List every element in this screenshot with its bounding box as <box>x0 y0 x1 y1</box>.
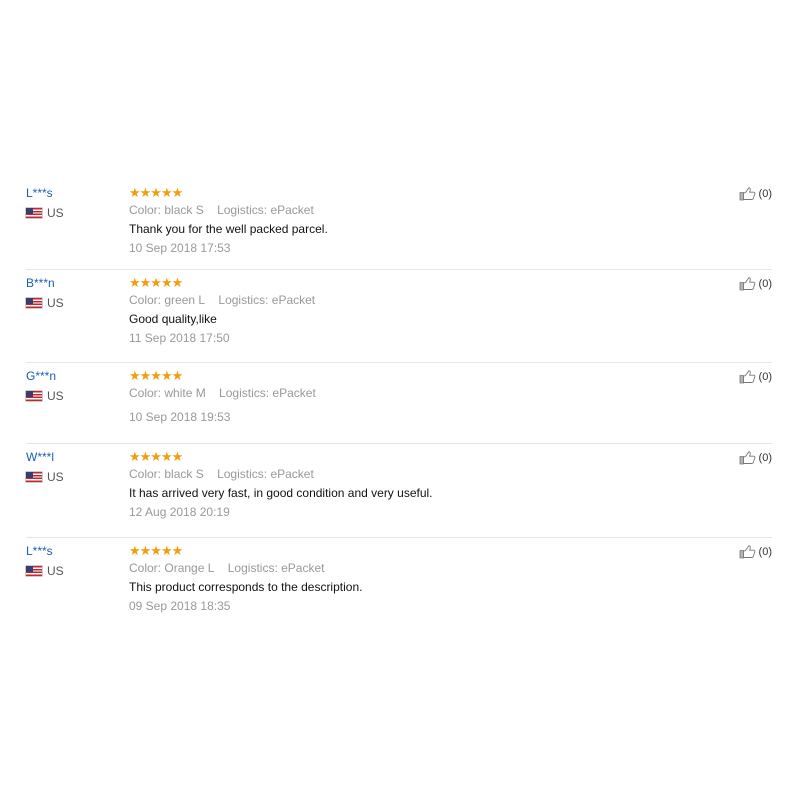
logistics-label: Logistics: <box>219 386 270 400</box>
reviewer-name[interactable]: G***n <box>26 369 116 383</box>
helpful-count: (0) <box>758 545 772 558</box>
us-flag-icon <box>26 391 42 401</box>
reviewer-info: B***n US <box>26 276 116 310</box>
country-code: US <box>47 389 64 403</box>
logistics-label: Logistics: <box>217 203 268 217</box>
thumbs-up-icon <box>739 545 755 559</box>
color-value: white M <box>164 386 206 400</box>
reviewer-info: W***l US <box>26 450 116 484</box>
color-label: Color: <box>129 203 162 217</box>
review-item: L***s US ★★★★★ Color: black S Logistics:… <box>26 180 772 270</box>
star-rating: ★★★★★ <box>129 543 183 558</box>
country-code: US <box>47 470 64 484</box>
logistics-value: ePacket <box>272 386 316 400</box>
us-flag-icon <box>26 208 42 218</box>
logistics-label: Logistics: <box>227 561 278 575</box>
order-attributes: Color: black S Logistics: ePacket <box>129 203 772 217</box>
review-date: 09 Sep 2018 18:35 <box>129 599 231 613</box>
color-label: Color: <box>129 293 162 307</box>
thumbs-up-icon <box>739 370 755 384</box>
helpful-count: (0) <box>758 187 772 200</box>
logistics-value: ePacket <box>270 467 314 481</box>
us-flag-icon <box>26 472 42 482</box>
helpful-count: (0) <box>758 370 772 383</box>
color-label: Color: <box>129 386 162 400</box>
review-body: ★★★★★ Color: white M Logistics: ePacket … <box>129 368 772 425</box>
color-label: Color: <box>129 561 162 575</box>
country-code: US <box>47 206 64 220</box>
review-item: W***l US ★★★★★ Color: black S Logistics:… <box>26 444 772 538</box>
helpful-button[interactable]: (0) <box>739 369 772 384</box>
review-item: G***n US ★★★★★ Color: white M Logistics:… <box>26 363 772 444</box>
review-text: This product corresponds to the descript… <box>129 580 363 594</box>
color-value: black S <box>164 203 204 217</box>
logistics-label: Logistics: <box>218 293 269 307</box>
helpful-button[interactable]: (0) <box>739 450 772 465</box>
helpful-count: (0) <box>758 277 772 290</box>
reviewer-info: G***n US <box>26 369 116 403</box>
helpful-button[interactable]: (0) <box>739 186 772 201</box>
reviewer-country: US <box>26 564 116 578</box>
order-attributes: Color: white M Logistics: ePacket <box>129 386 772 400</box>
review-body: ★★★★★ Color: green L Logistics: ePacket … <box>129 275 772 346</box>
helpful-button[interactable]: (0) <box>739 544 772 559</box>
reviewer-country: US <box>26 206 116 220</box>
review-item: B***n US ★★★★★ Color: green L Logistics:… <box>26 270 772 363</box>
us-flag-icon <box>26 566 42 576</box>
order-attributes: Color: green L Logistics: ePacket <box>129 293 772 307</box>
review-date: 12 Aug 2018 20:19 <box>129 505 230 519</box>
color-value: Orange L <box>164 561 215 575</box>
reviewer-country: US <box>26 296 116 310</box>
review-list: L***s US ★★★★★ Color: black S Logistics:… <box>26 180 772 628</box>
review-text: Thank you for the well packed parcel. <box>129 222 328 236</box>
star-rating: ★★★★★ <box>129 275 183 290</box>
review-date: 10 Sep 2018 19:53 <box>129 410 231 424</box>
logistics-value: ePacket <box>281 561 325 575</box>
thumbs-up-icon <box>739 277 755 291</box>
country-code: US <box>47 296 64 310</box>
review-body: ★★★★★ Color: black S Logistics: ePacket … <box>129 185 772 256</box>
logistics-label: Logistics: <box>217 467 268 481</box>
order-attributes: Color: black S Logistics: ePacket <box>129 467 772 481</box>
reviewer-name[interactable]: L***s <box>26 186 116 200</box>
review-body: ★★★★★ Color: black S Logistics: ePacket … <box>129 449 772 520</box>
us-flag-icon <box>26 298 42 308</box>
color-value: black S <box>164 467 204 481</box>
country-code: US <box>47 564 64 578</box>
review-text: Good quality,like <box>129 312 217 326</box>
review-text: It has arrived very fast, in good condit… <box>129 486 433 500</box>
reviewer-name[interactable]: B***n <box>26 276 116 290</box>
color-label: Color: <box>129 467 162 481</box>
reviewer-info: L***s US <box>26 544 116 578</box>
star-rating: ★★★★★ <box>129 368 183 383</box>
thumbs-up-icon <box>739 451 755 465</box>
helpful-count: (0) <box>758 451 772 464</box>
thumbs-up-icon <box>739 187 755 201</box>
review-date: 10 Sep 2018 17:53 <box>129 241 231 255</box>
review-body: ★★★★★ Color: Orange L Logistics: ePacket… <box>129 543 772 614</box>
logistics-value: ePacket <box>270 203 314 217</box>
color-value: green L <box>164 293 206 307</box>
reviewer-name[interactable]: L***s <box>26 544 116 558</box>
order-attributes: Color: Orange L Logistics: ePacket <box>129 561 772 575</box>
star-rating: ★★★★★ <box>129 449 183 464</box>
star-rating: ★★★★★ <box>129 185 183 200</box>
review-item: L***s US ★★★★★ Color: Orange L Logistics… <box>26 538 772 628</box>
helpful-button[interactable]: (0) <box>739 276 772 291</box>
review-date: 11 Sep 2018 17:50 <box>129 331 230 345</box>
reviewer-country: US <box>26 389 116 403</box>
reviewer-country: US <box>26 470 116 484</box>
logistics-value: ePacket <box>271 293 316 307</box>
reviewer-name[interactable]: W***l <box>26 450 116 464</box>
reviewer-info: L***s US <box>26 186 116 220</box>
